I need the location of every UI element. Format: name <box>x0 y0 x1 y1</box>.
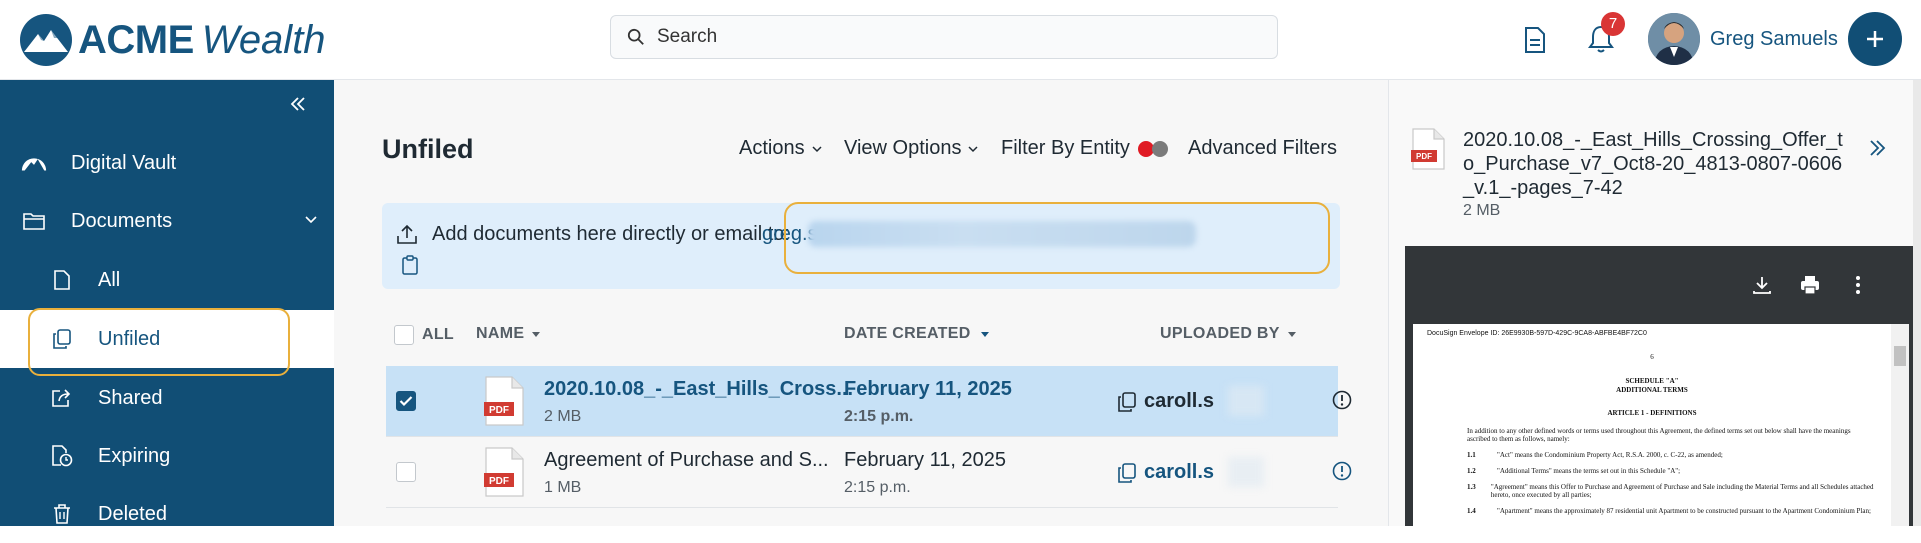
table-row[interactable]: PDF 2020.10.08_-_East_Hills_Cross... 2 M… <box>386 366 1352 436</box>
page-title: Unfiled <box>382 134 474 164</box>
share-icon <box>48 384 76 412</box>
mountain-logo-icon <box>20 14 72 66</box>
expand-panel-icon[interactable] <box>1867 138 1887 158</box>
add-button[interactable] <box>1848 12 1902 66</box>
file-name-link[interactable]: 2020.10.08_-_East_Hills_Cross... <box>544 378 853 401</box>
actions-dropdown[interactable]: Actions <box>739 137 823 160</box>
search-bar[interactable] <box>610 15 1278 59</box>
info-icon[interactable] <box>1332 390 1352 410</box>
svg-text:PDF: PDF <box>489 405 509 416</box>
filter-by-entity-toggle[interactable]: Filter By Entity <box>1001 137 1170 160</box>
table-row[interactable]: PDF Agreement of Purchase and S... 1 MB … <box>386 437 1352 507</box>
checkbox[interactable] <box>394 325 414 345</box>
column-header-name[interactable]: NAME <box>476 325 542 343</box>
redacted-uploader <box>1228 457 1264 487</box>
sort-caret-icon <box>532 332 541 337</box>
chevron-down-icon <box>812 145 822 152</box>
file-size: 2 MB <box>544 408 582 425</box>
pdf-file-icon: PDF <box>484 447 524 497</box>
time-created: 2:15 p.m. <box>844 479 911 496</box>
email-highlight <box>784 202 1330 274</box>
pdf-viewer[interactable]: DocuSign Envelope ID: 26E9930B-597D-429C… <box>1405 246 1915 526</box>
sidebar-item-deleted[interactable]: Deleted <box>0 485 334 543</box>
sidebar-item-all[interactable]: All <box>0 251 334 309</box>
main-panel: Unfiled Actions View Options Filter By E… <box>334 80 1388 526</box>
date-created: February 11, 2025 <box>844 378 1012 400</box>
date-created: February 11, 2025 <box>844 449 1006 471</box>
preview-file-size: 2 MB <box>1463 202 1501 219</box>
svg-text:PDF: PDF <box>489 476 509 487</box>
view-options-dropdown[interactable]: View Options <box>844 137 979 160</box>
file-icon <box>48 266 76 294</box>
dropzone-text: Add documents here directly or email to: <box>432 223 790 245</box>
notification-badge: 7 <box>1601 12 1625 36</box>
sidebar-item-digital-vault[interactable]: Digital Vault <box>0 134 334 192</box>
svg-text:PDF: PDF <box>1416 152 1432 161</box>
sort-caret-icon <box>980 332 989 337</box>
sidebar-item-shared[interactable]: Shared <box>0 369 334 427</box>
document-icon[interactable] <box>1524 26 1546 54</box>
sort-caret-icon <box>1287 332 1296 337</box>
uploaded-by: caroll.s <box>1118 461 1214 484</box>
unfiled-highlight <box>28 308 290 376</box>
print-icon[interactable] <box>1799 274 1821 296</box>
info-icon[interactable] <box>1332 461 1352 481</box>
viewer-scrollbar[interactable] <box>1891 324 1909 526</box>
upload-icon <box>397 224 417 244</box>
redacted-uploader <box>1228 386 1264 416</box>
column-header-date-created[interactable]: DATE CREATED <box>844 325 991 343</box>
time-created: 2:15 p.m. <box>844 408 914 425</box>
uploaded-by: caroll.s <box>1118 390 1214 413</box>
pdf-file-icon: PDF <box>1411 128 1445 170</box>
sidebar-item-documents[interactable]: Documents <box>0 192 334 250</box>
clipboard-icon[interactable] <box>402 255 418 275</box>
sidebar: Digital Vault Documents All Unfiled Shar… <box>0 80 334 526</box>
collapse-sidebar-icon[interactable] <box>288 94 308 114</box>
brand-name: ACME Wealth <box>78 18 326 62</box>
window-scrollbar[interactable] <box>1913 80 1921 526</box>
preview-file-name: 2020.10.08_-_East_Hills_Crossing_Offer_t… <box>1463 129 1843 199</box>
chevron-down-icon <box>305 216 317 224</box>
search-input[interactable] <box>657 26 1217 48</box>
row-checkbox[interactable] <box>396 462 416 482</box>
chevron-down-icon <box>968 145 979 152</box>
trash-icon <box>48 500 76 528</box>
pdf-page: DocuSign Envelope ID: 26E9930B-597D-429C… <box>1413 324 1891 526</box>
top-header: ACMEWealth 7 Greg Samuels <box>0 0 1921 80</box>
brand-logo[interactable]: ACME Wealth <box>18 12 326 68</box>
avatar[interactable] <box>1648 13 1700 65</box>
plus-icon <box>1867 31 1883 47</box>
select-all-checkbox[interactable]: ALL <box>394 325 454 345</box>
search-icon <box>627 28 644 45</box>
file-name-link[interactable]: Agreement of Purchase and S... <box>544 449 829 472</box>
preview-panel: PDF 2020.10.08_-_East_Hills_Crossing_Off… <box>1388 80 1921 526</box>
column-header-uploaded-by[interactable]: UPLOADED BY <box>1160 325 1298 343</box>
file-clock-icon <box>48 442 76 470</box>
copy-icon[interactable] <box>1118 462 1136 483</box>
folder-icon <box>20 207 48 235</box>
more-vert-icon[interactable] <box>1847 274 1869 296</box>
pdf-file-icon: PDF <box>484 376 524 426</box>
download-icon[interactable] <box>1751 274 1773 296</box>
file-size: 1 MB <box>544 479 582 496</box>
copy-icon[interactable] <box>1118 391 1136 412</box>
advanced-filters-button[interactable]: Advanced Filters <box>1188 137 1337 160</box>
user-name[interactable]: Greg Samuels <box>1710 28 1838 51</box>
entity-toggle-icon[interactable] <box>1137 140 1170 158</box>
mountain-icon <box>20 149 48 177</box>
row-checkbox[interactable] <box>396 391 416 411</box>
sidebar-item-expiring[interactable]: Expiring <box>0 427 334 485</box>
